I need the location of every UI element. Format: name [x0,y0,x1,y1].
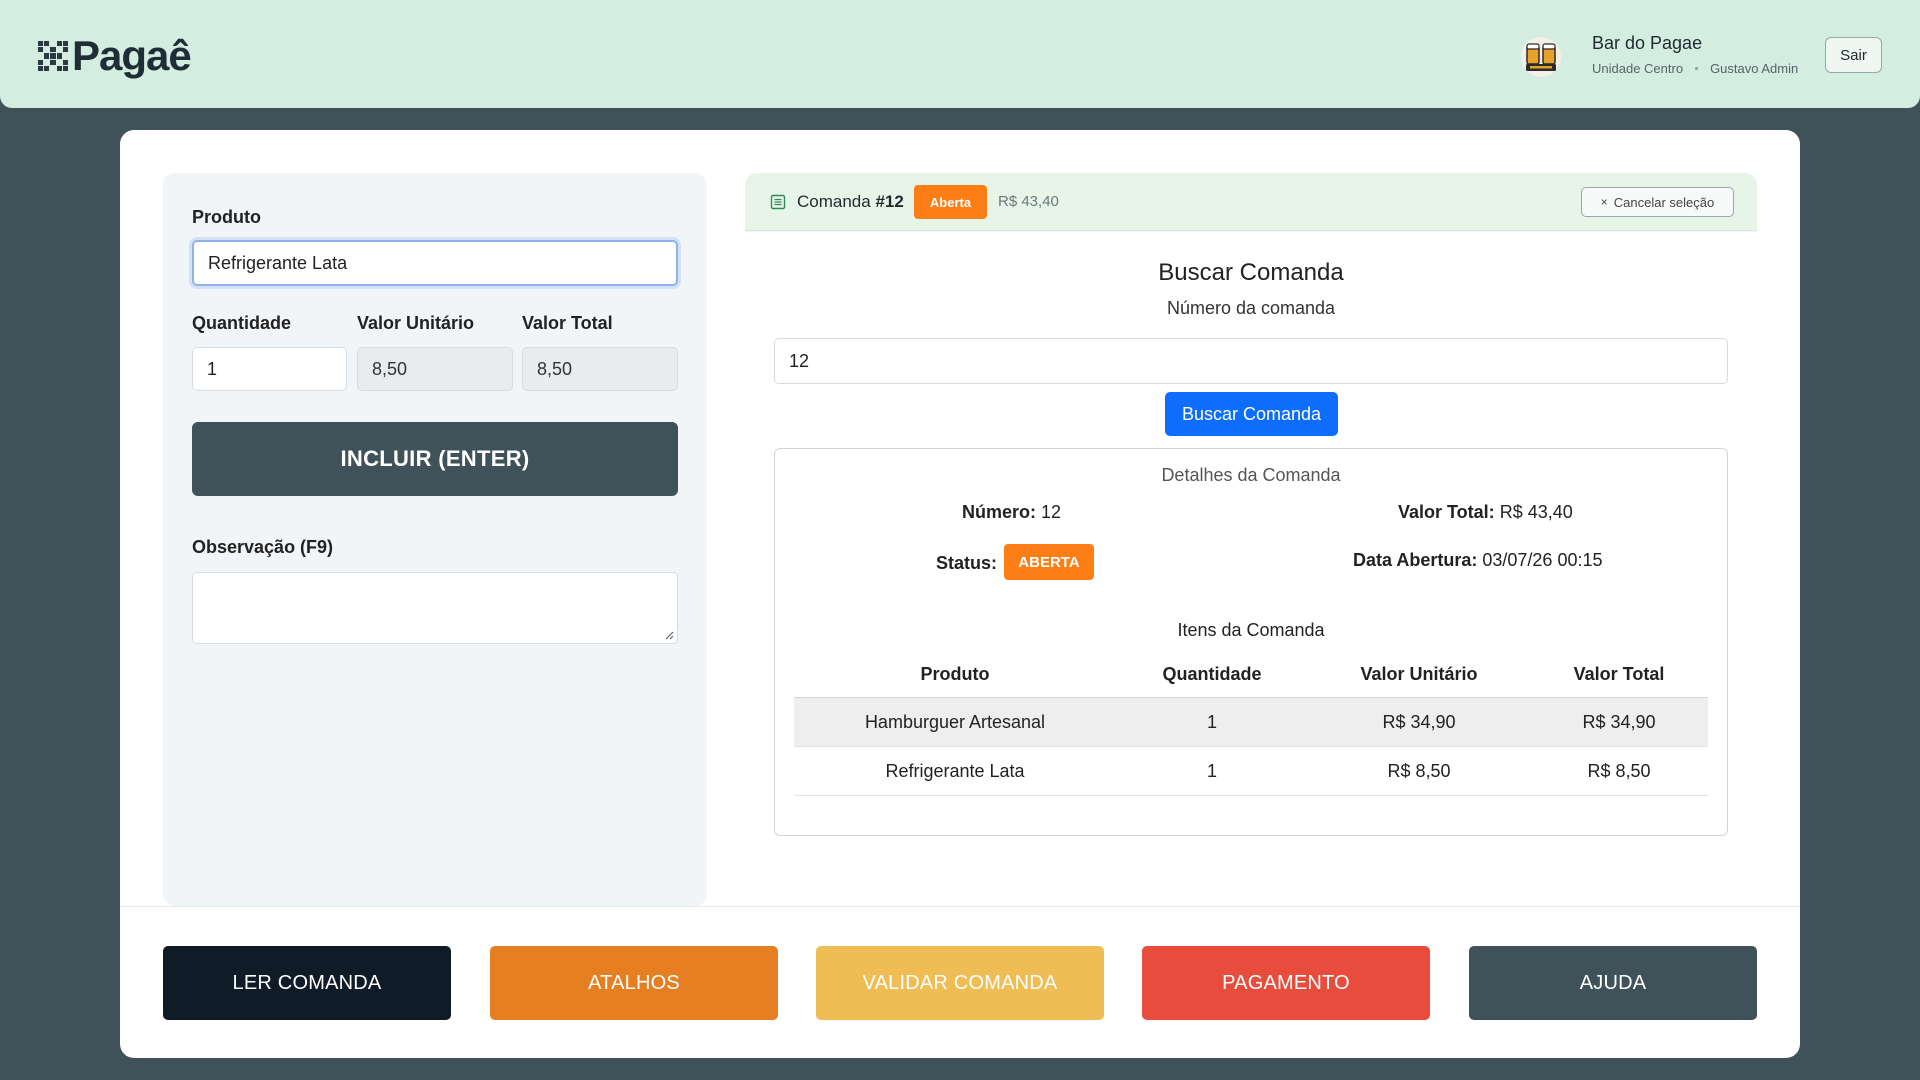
table-cell: R$ 34,90 [1582,711,1656,732]
detail-valor-total: Valor Total: R$ 43,40 [1398,502,1573,523]
top-header: Pagaê Bar do Pagae Unidade Centro Gustav… [0,0,1920,108]
quantity-label: Quantidade [192,313,292,333]
cancel-selection-button[interactable]: × Cancelar seleção [1581,187,1734,217]
product-label: Produto [192,207,261,227]
business-subtitle: Unidade Centro Gustavo Admin [1592,61,1798,76]
search-comanda-button[interactable]: Buscar Comanda [1165,392,1338,436]
comanda-number-label: Número da comanda [1166,298,1336,318]
ajuda-button[interactable]: AJUDA [1469,946,1757,1020]
status-label: Status: [936,553,997,574]
quantity-input[interactable]: 1 [192,347,347,391]
details-title: Detalhes da Comanda [1161,465,1341,485]
column-header: Quantidade [1162,664,1262,684]
column-header: Produto [920,664,990,684]
app-logo[interactable]: Pagaê [38,32,192,79]
table-cell: R$ 8,50 [1387,760,1451,781]
comanda-details-box: Detalhes da Comanda Número: 12 Valor Tot… [774,448,1728,836]
table-row[interactable]: Refrigerante Lata 1 R$ 8,50 R$ 8,50 [794,747,1708,796]
table-cell: 1 [1206,760,1217,781]
total-value-field: 8,50 [522,347,678,391]
unit-value-label: Valor Unitário [357,313,475,333]
detail-numero: Número: 12 [962,502,1061,523]
pagamento-button[interactable]: PAGAMENTO [1142,946,1430,1020]
footer-divider [120,906,1800,907]
status-badge: Aberta [914,185,987,219]
atalhos-button[interactable]: ATALHOS [490,946,778,1020]
logo-text: Pagaê [72,32,192,79]
observation-textarea[interactable] [192,572,678,644]
comanda-panel: Comanda #12 Aberta R$ 43,40 × Cancelar s… [745,173,1757,906]
numero-value: 12 [1041,502,1062,522]
valor-total-label: Valor Total: [1398,502,1495,522]
items-table: Produto Quantidade Valor Unitário Valor … [794,652,1708,796]
total-value-label: Valor Total [522,313,613,333]
product-input[interactable]: Refrigerante Lata [192,240,678,286]
comanda-title: Comanda #12 [797,192,904,212]
status-value-badge: ABERTA [1004,544,1094,580]
table-cell: R$ 34,90 [1382,711,1456,732]
cancel-selection-label: Cancelar seleção [1613,194,1715,210]
table-cell: Refrigerante Lata [885,760,1025,781]
ler-comanda-button[interactable]: LER COMANDA [163,946,451,1020]
receipt-icon [770,194,786,210]
comanda-number: #12 [875,192,904,211]
column-header: Valor Unitário [1360,664,1478,684]
qr-code-icon [38,41,68,71]
resize-grip-icon[interactable] [664,630,674,640]
main-card: Produto Refrigerante Lata Quantidade Val… [120,130,1800,1058]
search-title: Buscar Comanda [1158,259,1344,286]
close-icon: × [1600,195,1608,209]
comanda-number-input[interactable]: 12 [774,338,1728,384]
bar-logo-icon [1521,37,1561,77]
table-cell: 1 [1206,711,1217,732]
data-abertura-value: 03/07/26 00:15 [1482,550,1603,570]
numero-label: Número: [962,502,1037,522]
data-abertura-label: Data Abertura: [1353,550,1478,570]
items-title: Itens da Comanda [1177,620,1325,640]
comanda-header-bar: Comanda #12 Aberta R$ 43,40 × Cancelar s… [745,173,1757,231]
product-entry-panel: Produto Refrigerante Lata Quantidade Val… [163,173,707,906]
column-header: Valor Total [1573,664,1665,684]
user-name: Gustavo Admin [1710,61,1799,76]
comanda-title-prefix: Comanda [797,192,876,211]
business-name: Bar do Pagae [1592,33,1703,53]
valor-total-value: R$ 43,40 [1499,502,1573,522]
include-button[interactable]: INCLUIR (ENTER) [192,422,678,496]
validar-comanda-button[interactable]: VALIDAR COMANDA [816,946,1104,1020]
comanda-amount: R$ 43,40 [998,193,1059,210]
detail-data-abertura: Data Abertura: 03/07/26 00:15 [1353,550,1603,571]
table-header-row: Produto Quantidade Valor Unitário Valor … [794,652,1708,698]
comanda-search-body: Buscar Comanda Número da comanda 12 Busc… [745,232,1757,906]
observation-label: Observação (F9) [192,537,334,557]
table-cell: Hamburguer Artesanal [864,711,1046,732]
logout-button[interactable]: Sair [1825,37,1882,73]
unit-value-field: 8,50 [357,347,513,391]
table-cell: R$ 8,50 [1587,760,1651,781]
unit-name: Unidade Centro [1592,61,1684,76]
table-row[interactable]: Hamburguer Artesanal 1 R$ 34,90 R$ 34,90 [794,698,1708,747]
status-label-text: Status: [936,553,998,573]
separator-dot [1695,67,1699,70]
